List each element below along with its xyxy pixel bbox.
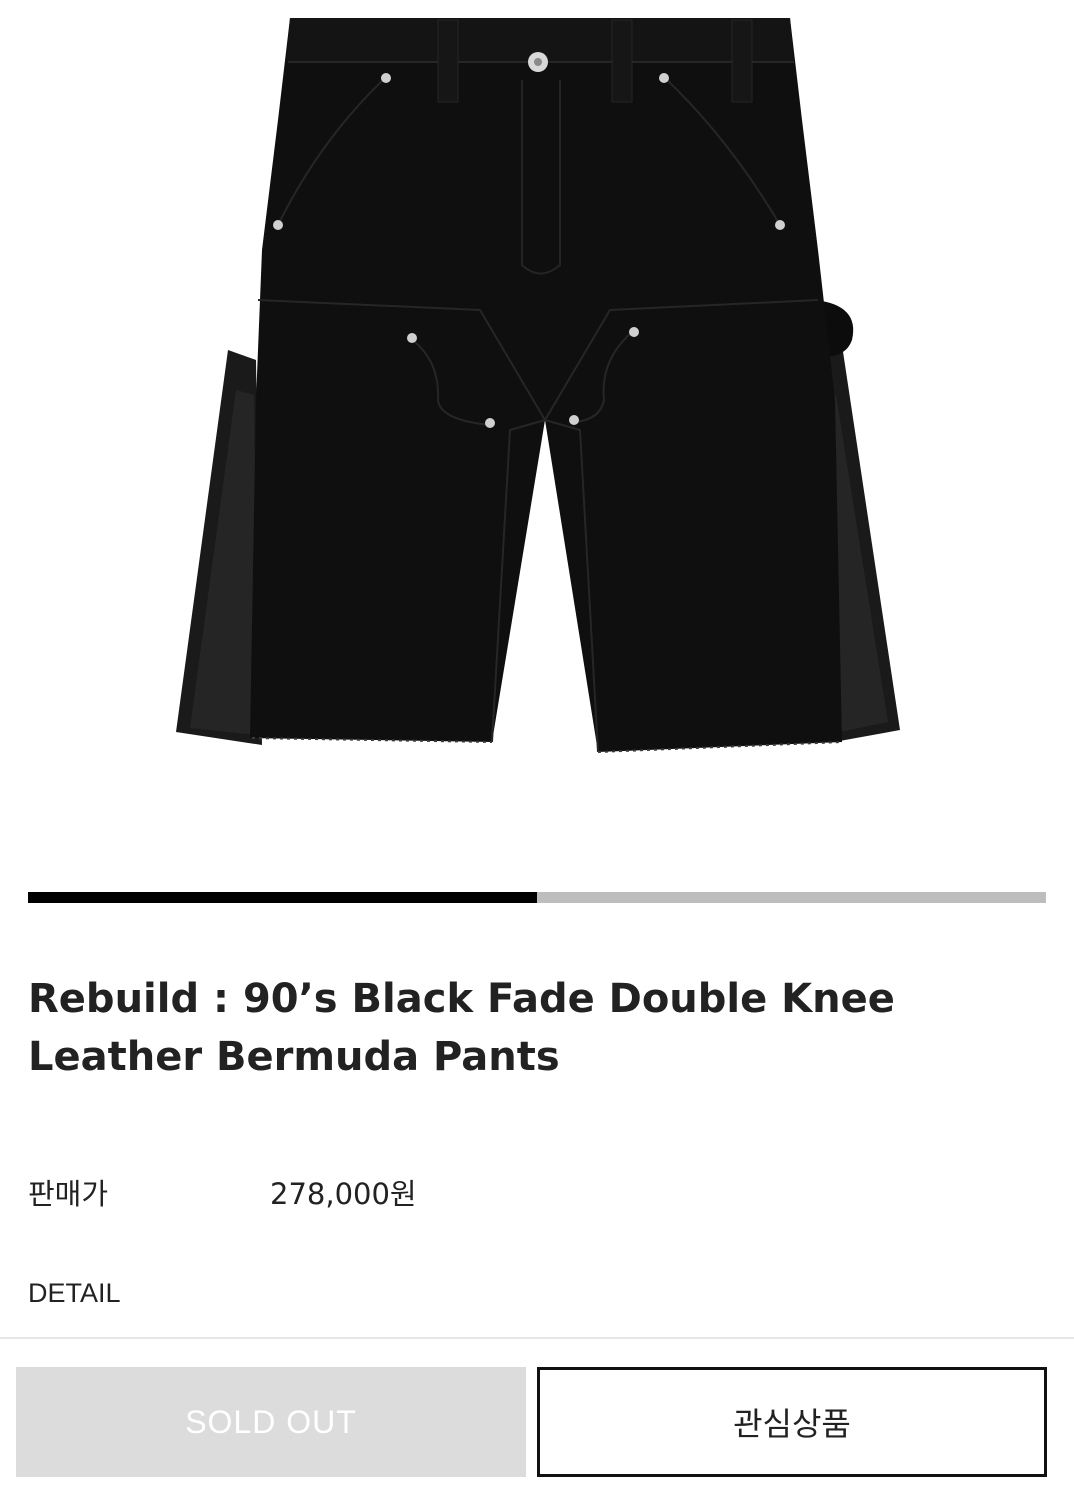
- wishlist-button[interactable]: 관심상품: [537, 1367, 1047, 1477]
- detail-link[interactable]: DETAIL: [28, 1274, 121, 1312]
- bottom-action-bar: SOLD OUT 관심상품: [0, 1337, 1074, 1500]
- price-row: 판매가 278,000원: [28, 1172, 1028, 1216]
- shorts-illustration: [176, 18, 900, 753]
- product-title: Rebuild : 90’s Black Fade Double Knee Le…: [28, 976, 895, 1080]
- gallery-progress-fill: [28, 892, 537, 903]
- price-label: 판매가: [28, 1177, 109, 1211]
- gallery-progress-bar[interactable]: [28, 892, 1046, 903]
- product-image[interactable]: [0, 0, 1074, 860]
- product-detail-page: Rebuild : 90’s Black Fade Double Knee Le…: [0, 0, 1074, 1500]
- sold-out-button[interactable]: SOLD OUT: [16, 1367, 526, 1477]
- price-value: 278,000원: [270, 1177, 417, 1211]
